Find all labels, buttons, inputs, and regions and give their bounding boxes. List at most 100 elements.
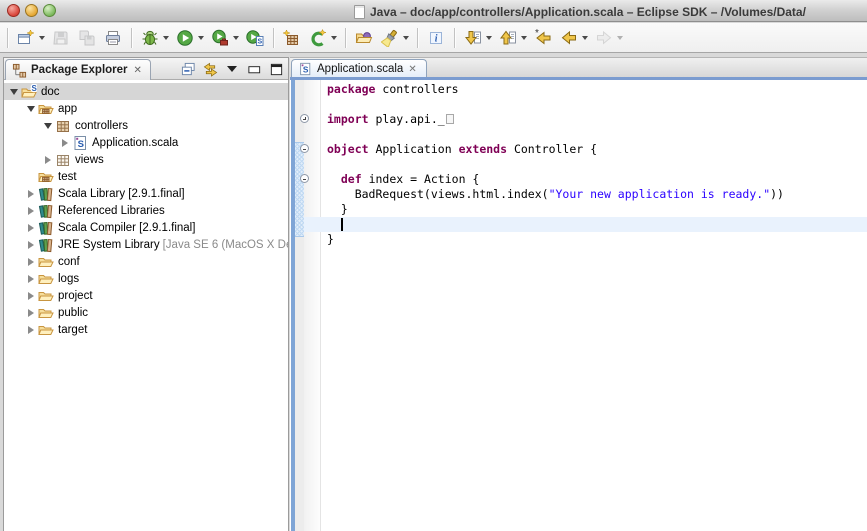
tree-item-conf[interactable]: conf — [4, 253, 288, 270]
run-button[interactable] — [172, 25, 198, 51]
last-edit-location-button[interactable]: * — [530, 25, 556, 51]
collapse-fold-icon[interactable] — [300, 174, 309, 183]
code-line[interactable]: def index = Action { — [322, 172, 867, 187]
dropdown-arrow-icon[interactable] — [233, 36, 239, 40]
code-area[interactable]: package controllers import play.api._obje… — [322, 80, 867, 531]
search-button[interactable] — [377, 25, 403, 51]
view-menu-button[interactable] — [224, 61, 240, 77]
collapsed-arrow-icon[interactable] — [62, 139, 68, 147]
expanded-arrow-icon[interactable] — [10, 89, 18, 95]
debug-button[interactable] — [137, 25, 163, 51]
close-view-icon[interactable] — [132, 65, 142, 76]
code-line[interactable] — [322, 127, 867, 142]
code-line[interactable]: package controllers — [322, 82, 867, 97]
collapsed-arrow-icon[interactable] — [28, 207, 34, 215]
disclosure-slot[interactable] — [25, 258, 37, 266]
link-with-editor-button[interactable] — [202, 61, 218, 77]
open-type-button[interactable] — [351, 25, 377, 51]
disclosure-slot[interactable] — [25, 292, 37, 300]
tree-item-scala-compiler-2-9-1-final[interactable]: Scala Compiler [2.9.1.final] — [4, 219, 288, 236]
disclosure-slot[interactable] — [42, 156, 54, 164]
minimize-window-button[interactable] — [25, 4, 38, 17]
zoom-window-button[interactable] — [43, 4, 56, 17]
collapsed-arrow-icon[interactable] — [28, 190, 34, 198]
tree-item-public[interactable]: public — [4, 304, 288, 321]
dropdown-arrow-icon[interactable] — [331, 36, 337, 40]
expanded-arrow-icon[interactable] — [27, 106, 35, 112]
disclosure-slot[interactable] — [42, 123, 54, 129]
collapsed-arrow-icon[interactable] — [28, 292, 34, 300]
tree-item-app[interactable]: app — [4, 100, 288, 117]
tree-item-controllers[interactable]: controllers — [4, 117, 288, 134]
titlebar[interactable]: Java – doc/app/controllers/Application.s… — [0, 0, 867, 22]
dropdown-arrow-icon[interactable] — [163, 36, 169, 40]
minimize-button[interactable] — [246, 61, 262, 77]
next-annotation-button[interactable] — [460, 25, 486, 51]
run-scala-button[interactable]: S — [242, 25, 268, 51]
package-explorer-view: Package Explorer SSdocappcontrollersSApp… — [3, 57, 289, 531]
disclosure-slot[interactable] — [25, 207, 37, 215]
collapsed-arrow-icon[interactable] — [28, 241, 34, 249]
editor-tab-application-scala[interactable]: S Application.scala — [291, 59, 427, 78]
disclosure-slot[interactable] — [25, 326, 37, 334]
code-line[interactable]: object Application extends Controller { — [322, 142, 867, 157]
new-class-button[interactable] — [305, 25, 331, 51]
info-icon: i — [427, 29, 445, 47]
expanded-arrow-icon[interactable] — [44, 123, 52, 129]
code-line[interactable]: import play.api._ — [322, 112, 867, 127]
editor-area: S Application.scala package controllers i… — [290, 57, 867, 531]
tree-item-scala-library-2-9-1-final[interactable]: Scala Library [2.9.1.final] — [4, 185, 288, 202]
collapsed-arrow-icon[interactable] — [28, 309, 34, 317]
tree-item-doc[interactable]: SSdoc — [4, 83, 288, 100]
info-button[interactable]: i — [423, 25, 449, 51]
tree-item-target[interactable]: target — [4, 321, 288, 338]
dropdown-arrow-icon[interactable] — [198, 36, 204, 40]
collapse-fold-icon[interactable] — [300, 144, 309, 153]
tree-item-logs[interactable]: logs — [4, 270, 288, 287]
collapsed-region-icon[interactable] — [446, 114, 454, 124]
new-wizard-button[interactable] — [13, 25, 39, 51]
disclosure-slot[interactable] — [8, 89, 20, 95]
print-button[interactable] — [100, 25, 126, 51]
save-icon — [52, 29, 70, 47]
tree-item-referenced-libraries[interactable]: Referenced Libraries — [4, 202, 288, 219]
back-button[interactable] — [556, 25, 582, 51]
external-tools-button[interactable] — [207, 25, 233, 51]
package-explorer-tab[interactable]: Package Explorer — [5, 59, 151, 80]
code-line[interactable] — [322, 97, 867, 112]
dropdown-arrow-icon[interactable] — [582, 36, 588, 40]
collapse-all-button[interactable] — [180, 61, 196, 77]
dropdown-arrow-icon[interactable] — [39, 36, 45, 40]
close-window-button[interactable] — [7, 4, 20, 17]
disclosure-slot[interactable] — [25, 309, 37, 317]
disclosure-slot[interactable] — [25, 224, 37, 232]
collapsed-arrow-icon[interactable] — [28, 224, 34, 232]
code-line[interactable] — [322, 217, 867, 232]
code-line[interactable]: BadRequest(views.html.index("Your new ap… — [322, 187, 867, 202]
disclosure-slot[interactable] — [59, 139, 71, 147]
collapsed-arrow-icon[interactable] — [28, 275, 34, 283]
code-line[interactable] — [322, 157, 867, 172]
dropdown-arrow-icon[interactable] — [521, 36, 527, 40]
collapsed-arrow-icon[interactable] — [28, 326, 34, 334]
tree-item-project[interactable]: project — [4, 287, 288, 304]
collapsed-arrow-icon[interactable] — [28, 258, 34, 266]
maximize-button[interactable] — [268, 61, 284, 77]
dropdown-arrow-icon[interactable] — [486, 36, 492, 40]
disclosure-slot[interactable] — [25, 241, 37, 249]
tree-item-test[interactable]: test — [4, 168, 288, 185]
prev-annotation-button[interactable] — [495, 25, 521, 51]
close-tab-icon[interactable] — [408, 64, 416, 75]
new-package-button[interactable] — [279, 25, 305, 51]
tree-item-application-scala[interactable]: SApplication.scala — [4, 134, 288, 151]
collapsed-arrow-icon[interactable] — [45, 156, 51, 164]
disclosure-slot[interactable] — [25, 190, 37, 198]
disclosure-slot[interactable] — [25, 275, 37, 283]
tree-item-views[interactable]: views — [4, 151, 288, 168]
code-line[interactable]: } — [322, 202, 867, 217]
disclosure-slot[interactable] — [25, 106, 37, 112]
code-line[interactable]: } — [322, 232, 867, 247]
tree-item-jre-system-library[interactable]: JRE System Library[Java SE 6 (MacOS X De… — [4, 236, 288, 253]
dropdown-arrow-icon[interactable] — [403, 36, 409, 40]
expand-fold-icon[interactable] — [300, 114, 309, 123]
